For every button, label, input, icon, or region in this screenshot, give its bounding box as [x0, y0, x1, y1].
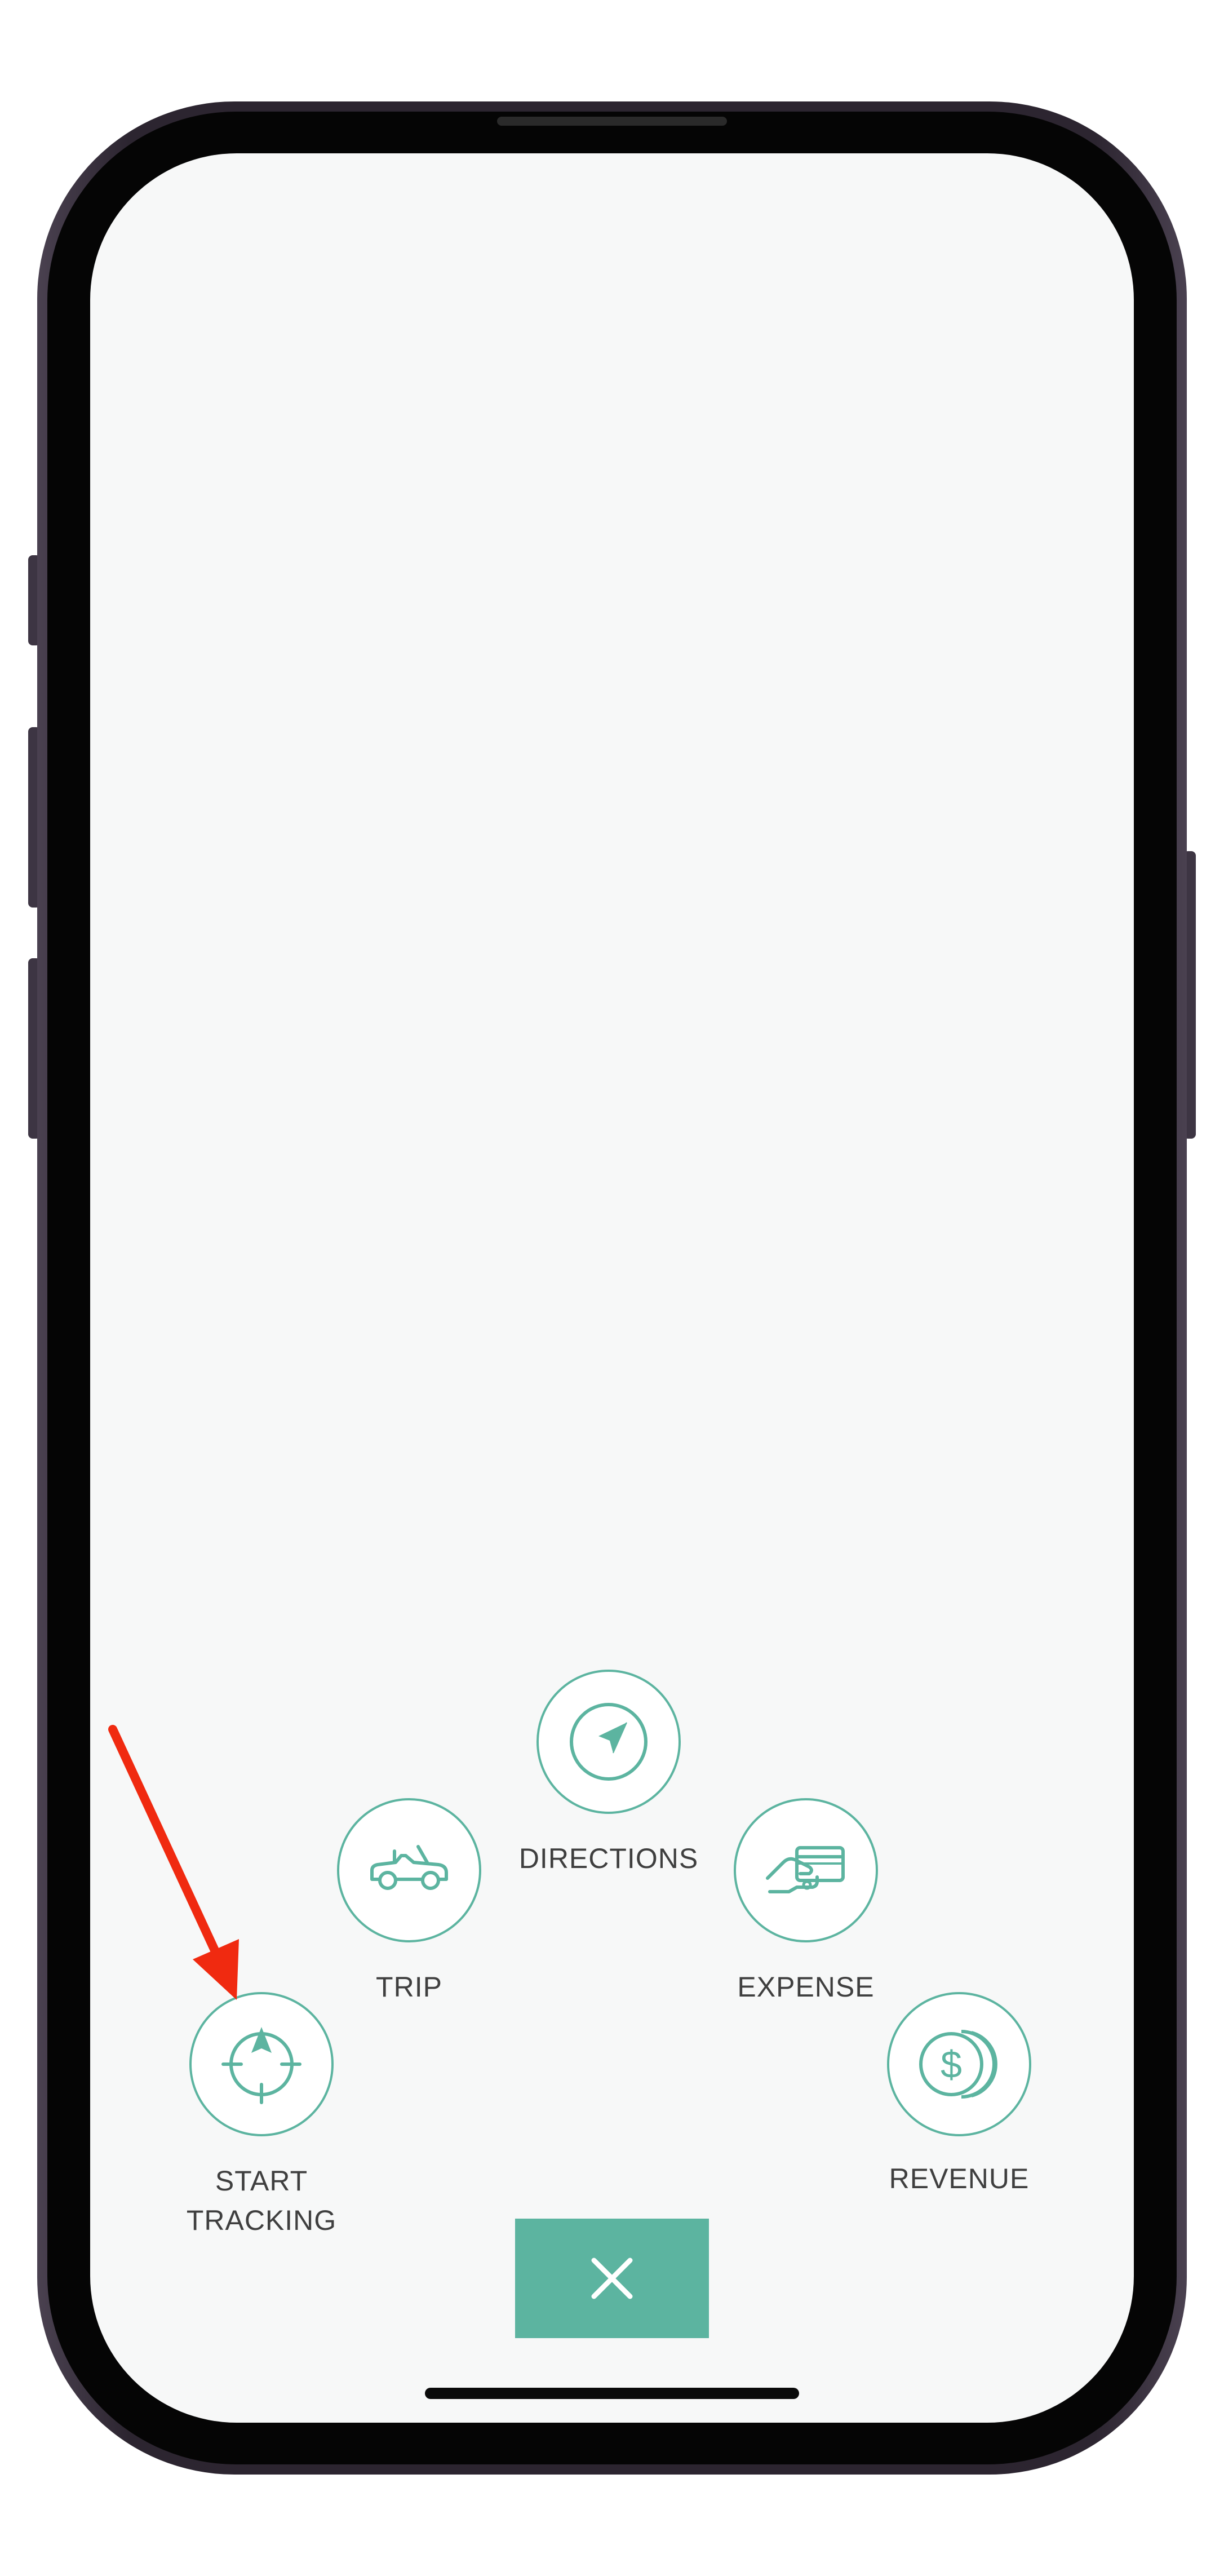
home-indicator[interactable] [425, 2388, 799, 2399]
trip-button[interactable] [337, 1798, 481, 1942]
directions-label: DIRECTIONS [518, 1843, 699, 1874]
revenue-label: REVENUE [889, 2163, 1030, 2194]
card-in-hand-icon [766, 1846, 845, 1893]
start-tracking-label-line1: START [215, 2165, 308, 2197]
phone-speaker [497, 117, 727, 126]
car-icon [370, 1845, 448, 1890]
navigation-arrow-icon [570, 1703, 648, 1781]
start-tracking-button[interactable] [189, 1992, 334, 2136]
close-icon [591, 2258, 633, 2299]
directions-button[interactable] [536, 1670, 681, 1814]
page: DIRECTIONS TRIP EXPENSE START TRACKING $… [0, 0, 1224, 2576]
revenue-button[interactable]: $ [887, 1992, 1031, 2136]
close-button[interactable] [515, 2219, 709, 2338]
trip-label: TRIP [376, 1971, 442, 2003]
expense-button[interactable] [734, 1798, 878, 1942]
svg-text:$: $ [941, 2043, 962, 2086]
crosshair-compass-icon [221, 2027, 301, 2104]
expense-label: EXPENSE [737, 1971, 875, 2003]
start-tracking-label: START TRACKING [149, 2161, 374, 2240]
start-tracking-label-line2: TRACKING [186, 2205, 337, 2236]
coins-icon: $ [919, 2030, 997, 2099]
